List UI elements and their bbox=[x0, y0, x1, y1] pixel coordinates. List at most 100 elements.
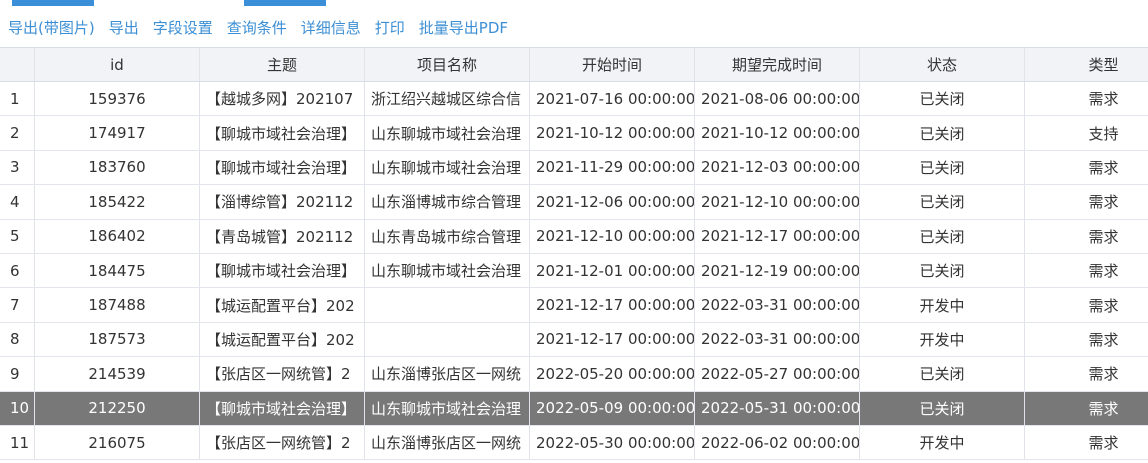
table-row[interactable]: 6 184475 【聊城市域社会治理】 山东聊城市域社会治理 2021-12-01 00… bbox=[0, 253, 1148, 289]
id-cell: 159376 bbox=[35, 82, 200, 116]
due-time-cell: 2022-05-31 00:00:00 bbox=[695, 391, 860, 425]
due-time-cell: 2021-12-19 00:00:00 bbox=[695, 253, 860, 288]
start-time-cell: 2022-05-09 00:00:00 bbox=[530, 391, 695, 425]
table-row[interactable]: 8 187573 【城运配置平台】202 2021-12-17 00:00:00 202… bbox=[0, 322, 1148, 358]
print-button[interactable]: 打印 bbox=[375, 17, 405, 38]
query-conditions-button[interactable]: 查询条件 bbox=[227, 17, 287, 38]
due-time-cell: 2021-08-06 00:00:00 bbox=[695, 82, 860, 116]
row-index-cell: 5 bbox=[0, 219, 35, 253]
column-header-id[interactable]: id bbox=[35, 48, 200, 81]
row-index-cell: 6 bbox=[0, 253, 35, 288]
id-cell: 183760 bbox=[35, 150, 200, 185]
project-name-cell: 山东淄博张店区一网统 bbox=[365, 357, 530, 391]
type-cell: 需求 bbox=[1088, 227, 1119, 246]
project-name-cell: 山东淄博城市综合管理 bbox=[365, 185, 530, 219]
start-time-cell: 2021-07-16 00:00:00 bbox=[530, 82, 695, 116]
id-cell: 186402 bbox=[35, 219, 200, 253]
tab-indicator-2[interactable] bbox=[244, 0, 326, 6]
topic-cell: 【聊城市域社会治理】 bbox=[200, 150, 365, 185]
topic-cell: 【张店区一网统管】2 bbox=[200, 425, 365, 460]
details-button[interactable]: 详细信息 bbox=[301, 17, 361, 38]
table-row[interactable]: 7 187488 【城运配置平台】202 2021-12-17 00:00:00 202… bbox=[0, 288, 1148, 323]
due-time-cell: 2022-06-02 00:00:00 bbox=[695, 425, 860, 460]
project-name-cell: 山东聊城市域社会治理 bbox=[365, 116, 530, 150]
type-cell: 需求 bbox=[1088, 330, 1119, 349]
table-row[interactable]: 10 212250 【聊城市域社会治理】 山东聊城市域社会治理 2022-05-09 0… bbox=[0, 391, 1148, 426]
top-tab-strip bbox=[0, 0, 1148, 6]
row-index-cell: 2 bbox=[0, 116, 35, 150]
type-cell: 需求 bbox=[1088, 365, 1119, 384]
due-time-cell: 2022-03-31 00:00:00 bbox=[695, 322, 860, 357]
status-cell: 已关闭 bbox=[860, 185, 1025, 219]
type-cell: 需求 bbox=[1088, 296, 1119, 315]
start-time-cell: 2022-05-30 00:00:00 bbox=[530, 425, 695, 460]
due-time-cell: 2021-12-10 00:00:00 bbox=[695, 185, 860, 219]
due-time-cell: 2022-05-27 00:00:00 bbox=[695, 357, 860, 391]
id-cell: 187488 bbox=[35, 288, 200, 322]
status-cell: 已关闭 bbox=[860, 391, 1025, 425]
tab-indicator-1[interactable] bbox=[12, 0, 94, 6]
row-index-cell: 1 bbox=[0, 82, 35, 116]
id-cell: 187573 bbox=[35, 322, 200, 357]
project-name-cell bbox=[365, 288, 530, 322]
project-name-cell: 山东淄博张店区一网统 bbox=[365, 425, 530, 460]
start-time-cell: 2021-12-06 00:00:00 bbox=[530, 185, 695, 219]
status-cell: 开发中 bbox=[860, 425, 1025, 460]
status-cell: 已关闭 bbox=[860, 150, 1025, 185]
status-cell: 已关闭 bbox=[860, 357, 1025, 391]
batch-export-pdf-button[interactable]: 批量导出PDF bbox=[419, 17, 508, 38]
row-index-cell: 8 bbox=[0, 322, 35, 357]
table-row[interactable]: 4 185422 【淄博综管】202112 山东淄博城市综合管理 2021-12-06 … bbox=[0, 185, 1148, 220]
column-header-due-time[interactable]: 期望完成时间 bbox=[695, 48, 860, 81]
topic-cell: 【聊城市域社会治理】 bbox=[200, 253, 365, 288]
start-time-cell: 2021-12-10 00:00:00 bbox=[530, 219, 695, 253]
column-header-start-time[interactable]: 开始时间 bbox=[530, 48, 695, 81]
table-row[interactable]: 3 183760 【聊城市域社会治理】 山东聊城市域社会治理 2021-11-29 00… bbox=[0, 150, 1148, 186]
column-header-project[interactable]: 项目名称 bbox=[365, 48, 530, 81]
field-settings-button[interactable]: 字段设置 bbox=[153, 17, 213, 38]
column-header-topic[interactable]: 主题 bbox=[200, 48, 365, 81]
topic-cell: 【城运配置平台】202 bbox=[200, 288, 365, 322]
start-time-cell: 2022-05-20 00:00:00 bbox=[530, 357, 695, 391]
status-cell: 已关闭 bbox=[860, 219, 1025, 253]
project-name-cell: 山东聊城市域社会治理 bbox=[365, 391, 530, 425]
project-name-cell bbox=[365, 322, 530, 357]
due-time-cell: 2021-12-03 00:00:00 bbox=[695, 150, 860, 185]
topic-cell: 【张店区一网统管】2 bbox=[200, 357, 365, 391]
status-cell: 开发中 bbox=[860, 322, 1025, 357]
start-time-cell: 2021-12-17 00:00:00 bbox=[530, 322, 695, 357]
column-header-type[interactable]: 类型 bbox=[1025, 48, 1148, 81]
export-with-images-button[interactable]: 导出(带图片) bbox=[8, 17, 95, 38]
grid-body: 1 159376 【越城多网】202107 浙江绍兴越城区综合信 2021-07-16 … bbox=[0, 82, 1148, 461]
grid-header: id 主题 项目名称 开始时间 期望完成时间 状态 类型 bbox=[0, 47, 1148, 82]
row-index-cell: 4 bbox=[0, 185, 35, 219]
column-header-index bbox=[0, 48, 35, 81]
start-time-cell: 2021-12-01 00:00:00 bbox=[530, 253, 695, 288]
type-cell: 需求 bbox=[1088, 158, 1119, 177]
column-header-status[interactable]: 状态 bbox=[860, 48, 1025, 81]
project-name-cell: 山东青岛城市综合管理 bbox=[365, 219, 530, 253]
table-row[interactable]: 1 159376 【越城多网】202107 浙江绍兴越城区综合信 2021-07-16 … bbox=[0, 82, 1148, 117]
topic-cell: 【淄博综管】202112 bbox=[200, 185, 365, 219]
table-row[interactable]: 11 216075 【张店区一网统管】2 山东淄博张店区一网统 2022-05-30 0… bbox=[0, 425, 1148, 461]
id-cell: 174917 bbox=[35, 116, 200, 150]
data-grid: id 主题 项目名称 开始时间 期望完成时间 状态 类型 1 159376 【越城多… bbox=[0, 47, 1148, 461]
topic-cell: 【青岛城管】202112 bbox=[200, 219, 365, 253]
table-row[interactable]: 9 214539 【张店区一网统管】2 山东淄博张店区一网统 2022-05-20 00… bbox=[0, 357, 1148, 392]
id-cell: 185422 bbox=[35, 185, 200, 219]
status-cell: 已关闭 bbox=[860, 253, 1025, 288]
type-cell: 需求 bbox=[1088, 90, 1119, 109]
row-index-cell: 9 bbox=[0, 357, 35, 391]
export-button[interactable]: 导出 bbox=[109, 17, 139, 38]
due-time-cell: 2022-03-31 00:00:00 bbox=[695, 288, 860, 322]
status-cell: 开发中 bbox=[860, 288, 1025, 322]
row-index-cell: 11 bbox=[0, 425, 35, 460]
project-name-cell: 山东聊城市域社会治理 bbox=[365, 150, 530, 185]
id-cell: 184475 bbox=[35, 253, 200, 288]
table-row[interactable]: 2 174917 【聊城市域社会治理】 山东聊城市域社会治理 2021-10-12 00… bbox=[0, 116, 1148, 151]
id-cell: 216075 bbox=[35, 425, 200, 460]
status-cell: 已关闭 bbox=[860, 116, 1025, 150]
table-row[interactable]: 5 186402 【青岛城管】202112 山东青岛城市综合管理 2021-12-10 … bbox=[0, 219, 1148, 254]
topic-cell: 【聊城市域社会治理】 bbox=[200, 391, 365, 425]
type-cell: 需求 bbox=[1088, 262, 1119, 281]
